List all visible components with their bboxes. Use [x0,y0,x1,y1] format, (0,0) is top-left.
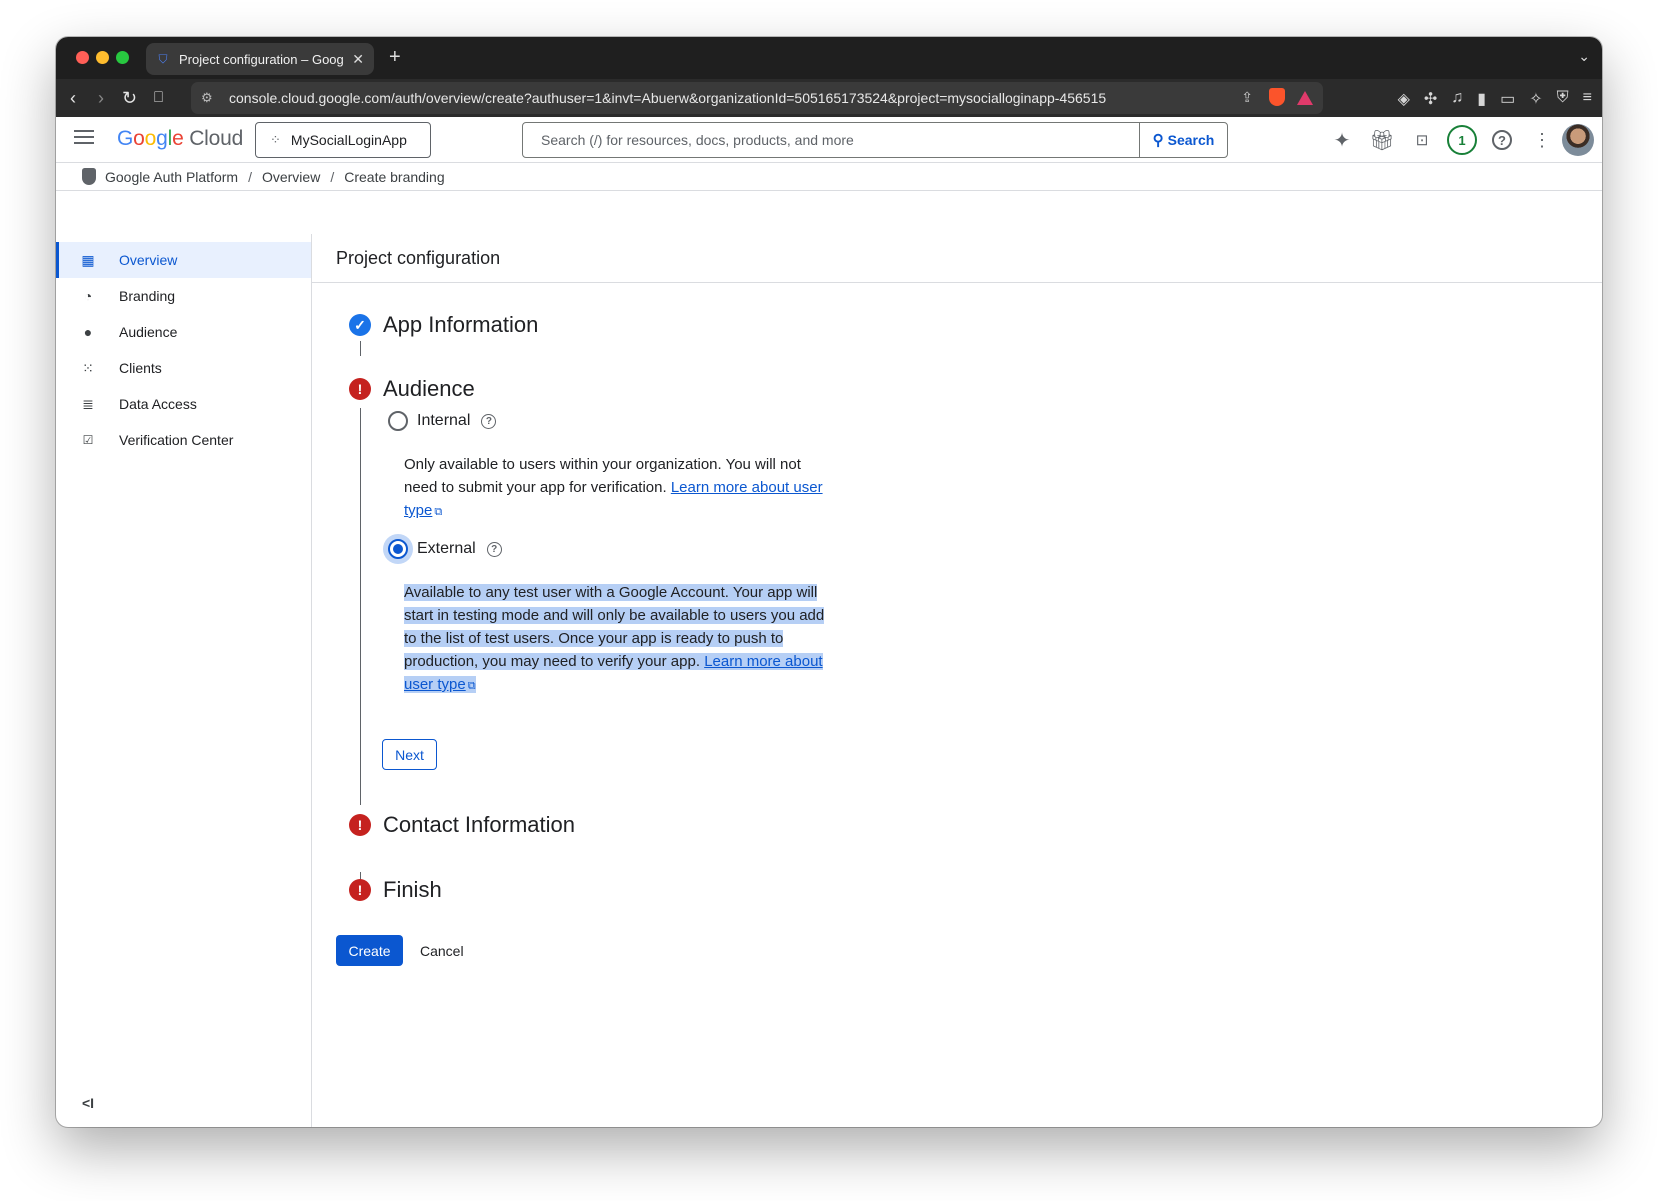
error-icon: ! [349,378,371,400]
tab-title: Project configuration – Googl [179,51,345,67]
forward-icon[interactable]: › [98,87,104,109]
step-contact-information[interactable]: ! Contact Information [349,812,575,838]
external-link-icon: ⧉ [434,506,443,518]
brave-rewards-icon[interactable] [1297,91,1313,105]
sidebar-item-data-access[interactable]: ≣ Data Access [56,386,311,422]
search-button[interactable]: ⚲ Search [1139,123,1227,157]
header-actions: ✦ 🎁︎ ⊡ 1 ? ⋮ [1322,125,1562,155]
stepper-connector [360,408,361,805]
project-icon: ⁘ [270,132,281,147]
extension-icon[interactable]: ◈ [1398,89,1410,109]
console-header: Google Cloud ⁘ MySocialLoginApp Search (… [56,117,1602,163]
step-audience[interactable]: ! Audience [349,376,475,402]
shield-icon: ⛉ [158,52,168,66]
radio-internal[interactable]: Internal ? [388,411,497,431]
search-input[interactable]: Search (/) for resources, docs, products… [523,132,1139,148]
notification-count-badge: 1 [1447,125,1477,155]
check-icon: ✓ [349,314,371,336]
main-content: Project configuration ✓ App Information … [312,234,1602,1127]
puzzle-icon[interactable]: ✣ [1424,89,1437,109]
tab-bar: ⛉ Project configuration – Googl ✕ + ⌄ [56,37,1602,79]
step-finish[interactable]: ! Finish [349,877,442,903]
extension-icons: ◈ ✣ ♫ ▮ ▭ ✧ ⛨ ≡ [1398,89,1592,109]
help-icon[interactable]: ? [1482,125,1522,155]
verification-icon: ☑ [82,433,94,447]
stepper-connector [360,341,361,356]
site-settings-icon[interactable]: ⚙ [201,90,217,106]
url-text: console.cloud.google.com/auth/overview/c… [229,90,1107,106]
grid-icon: ⁙ [82,359,94,376]
external-link-icon: ⧉ [467,680,476,692]
palette-icon: ◔ [83,288,93,304]
help-icon[interactable]: ? [481,413,497,429]
dashboard-icon: ▦ [81,251,95,268]
data-access-icon: ≣ [82,395,94,412]
music-icon[interactable]: ♫ [1451,89,1463,109]
auth-platform-shield-icon [82,168,96,185]
internal-description: Only available to users within your orga… [404,456,823,519]
breadcrumb-item-overview[interactable]: Overview [262,169,320,185]
brave-shields-icon[interactable] [1269,88,1285,106]
radio-internal-control[interactable] [388,411,408,431]
cloud-shell-icon[interactable]: ⊡ [1402,125,1442,155]
collapse-sidebar-icon[interactable]: <I [82,1095,94,1111]
sidebar-item-clients[interactable]: ⁙ Clients [56,350,311,386]
google-cloud-logo[interactable]: Google Cloud [117,127,243,151]
url-field[interactable]: ⚙ console.cloud.google.com/auth/overview… [191,82,1323,114]
bookmark-icon[interactable]: ⎕ [154,87,163,109]
minimize-window-button[interactable] [96,51,109,64]
browser-tab[interactable]: ⛉ Project configuration – Googl ✕ [146,43,374,75]
cancel-button[interactable]: Cancel [414,935,470,966]
sidebar-icon[interactable]: ▮ [1477,89,1486,109]
search-icon: ⚲ [1152,132,1164,149]
project-name: MySocialLoginApp [290,132,407,148]
search-bar[interactable]: Search (/) for resources, docs, products… [522,122,1228,158]
hamburger-menu-icon[interactable] [74,130,94,144]
notifications-button[interactable]: 1 [1442,125,1482,155]
sidebar-item-overview[interactable]: ▦ Overview [56,242,311,278]
vpn-icon[interactable]: ⛨ [1557,89,1569,109]
close-tab-icon[interactable]: ✕ [352,51,364,68]
sidebar-item-branding[interactable]: ◔ Branding [56,278,311,314]
error-icon: ! [349,879,371,901]
wallet-icon[interactable]: ▭ [1500,89,1515,109]
breadcrumb-item-create-branding: Create branding [344,168,445,185]
share-icon[interactable]: ⇪ [1241,89,1253,106]
maximize-window-button[interactable] [116,51,129,64]
gift-icon[interactable]: 🎁︎ [1362,125,1402,155]
menu-icon[interactable]: ≡ [1583,89,1592,109]
next-button[interactable]: Next [382,739,437,770]
gemini-sparkle-icon[interactable]: ✦ [1322,125,1362,155]
person-icon: ● [83,324,93,340]
breadcrumb: Google Auth Platform / Overview / Create… [56,163,1602,191]
close-window-button[interactable] [76,51,89,64]
breadcrumb-item-auth-platform[interactable]: Google Auth Platform [105,169,238,185]
new-tab-button[interactable]: + [389,46,401,69]
back-icon[interactable]: ‹ [70,87,76,109]
address-bar-row: ‹ › ↻ ⎕ ⚙ console.cloud.google.com/auth/… [56,79,1602,117]
external-description: Available to any test user with a Google… [404,584,825,693]
help-icon[interactable]: ? [486,541,502,557]
more-vert-icon[interactable]: ⋮ [1522,125,1562,155]
error-icon: ! [349,814,371,836]
create-button[interactable]: Create [336,935,403,966]
avatar[interactable] [1562,124,1594,156]
project-picker-button[interactable]: ⁘ MySocialLoginApp [255,122,431,158]
radio-external[interactable]: External ? [388,539,502,559]
page-title: Project configuration [312,234,1602,283]
tab-list-chevron-icon[interactable]: ⌄ [1578,48,1590,65]
sidebar: ▦ Overview ◔ Branding ● Audience ⁙ Clien… [56,234,312,1127]
ai-sparkle-icon[interactable]: ✧ [1529,89,1542,109]
reload-icon[interactable]: ↻ [122,87,137,109]
browser-window: ⛉ Project configuration – Googl ✕ + ⌄ ‹ … [56,37,1602,1127]
radio-external-control[interactable] [388,539,408,559]
sidebar-item-audience[interactable]: ● Audience [56,314,311,350]
sidebar-item-verification-center[interactable]: ☑ Verification Center [56,422,311,458]
step-app-information[interactable]: ✓ App Information [349,312,538,338]
